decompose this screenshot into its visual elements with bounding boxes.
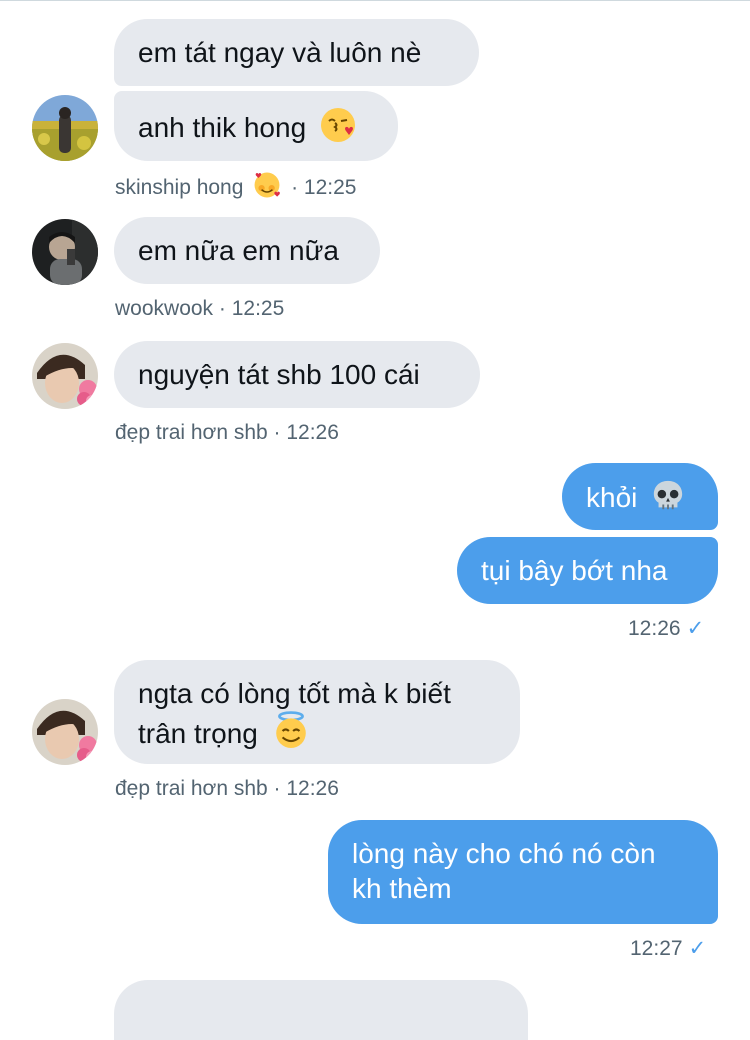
message-text-line: kh thèm [352,873,452,904]
avatar-dep-trai-hon-shb[interactable] [32,343,98,409]
message-text: anh thik hong [138,112,307,143]
avatar-dep-trai-hon-shb[interactable] [32,699,98,765]
message-meta: đẹp trai hơn shb · 12:26 [115,777,339,800]
message-text: em tát ngay và luôn nè [138,37,422,68]
message-text: khỏi [586,482,638,513]
kissing-face-emoji-icon [320,107,356,151]
message-bubble-outgoing[interactable]: lòng này cho chó nó còn kh thèm [328,820,718,924]
smiling-face-with-halo-emoji-icon [272,711,310,757]
message-meta: 12:27 ✓ [630,936,706,962]
sent-check-icon: ✓ [688,937,707,960]
timestamp: 12:26 [628,617,681,640]
message-meta: đẹp trai hơn shb · 12:26 [115,421,339,444]
message-text-line: trân trọng [138,718,258,749]
skull-emoji-icon [651,479,685,521]
timestamp: 12:27 [630,937,683,960]
message-meta: wookwook · 12:25 [115,297,285,320]
message-text: em nữa em nữa [138,235,339,266]
avatar-skinship-hong[interactable] [32,95,98,161]
message-bubble-outgoing[interactable]: khỏi [562,463,718,530]
message-bubble-outgoing[interactable]: tụi bây bớt nha [457,537,718,604]
message-text-line: ngta có lòng tốt mà k biết [138,678,451,709]
message-meta: 12:26 ✓ [628,616,704,642]
message-bubble-incoming[interactable]: nguyện tát shb 100 cái [114,341,480,408]
message-text-line: lòng này cho chó nó còn [352,838,656,869]
sender-name: skinship hong [115,176,244,199]
message-meta: skinship hong · 12:25 [115,171,357,206]
message-text: tụi bây bớt nha [481,555,668,586]
top-divider [0,0,750,1]
message-bubble-incoming[interactable]: em nữa em nữa [114,217,380,284]
message-bubble-incoming[interactable]: em tát ngay và luôn nè [114,19,479,86]
message-bubble-incoming-partial[interactable] [114,980,528,1040]
timestamp: · 12:25 [291,176,357,199]
avatar-wookwook[interactable] [32,219,98,285]
sent-check-icon: ✓ [686,617,705,640]
message-bubble-incoming[interactable]: ngta có lòng tốt mà k biết trân trọng [114,660,520,764]
message-text: nguyện tát shb 100 cái [138,359,420,390]
smiling-face-with-hearts-emoji-icon [253,171,281,206]
message-bubble-incoming[interactable]: anh thik hong [114,91,398,161]
